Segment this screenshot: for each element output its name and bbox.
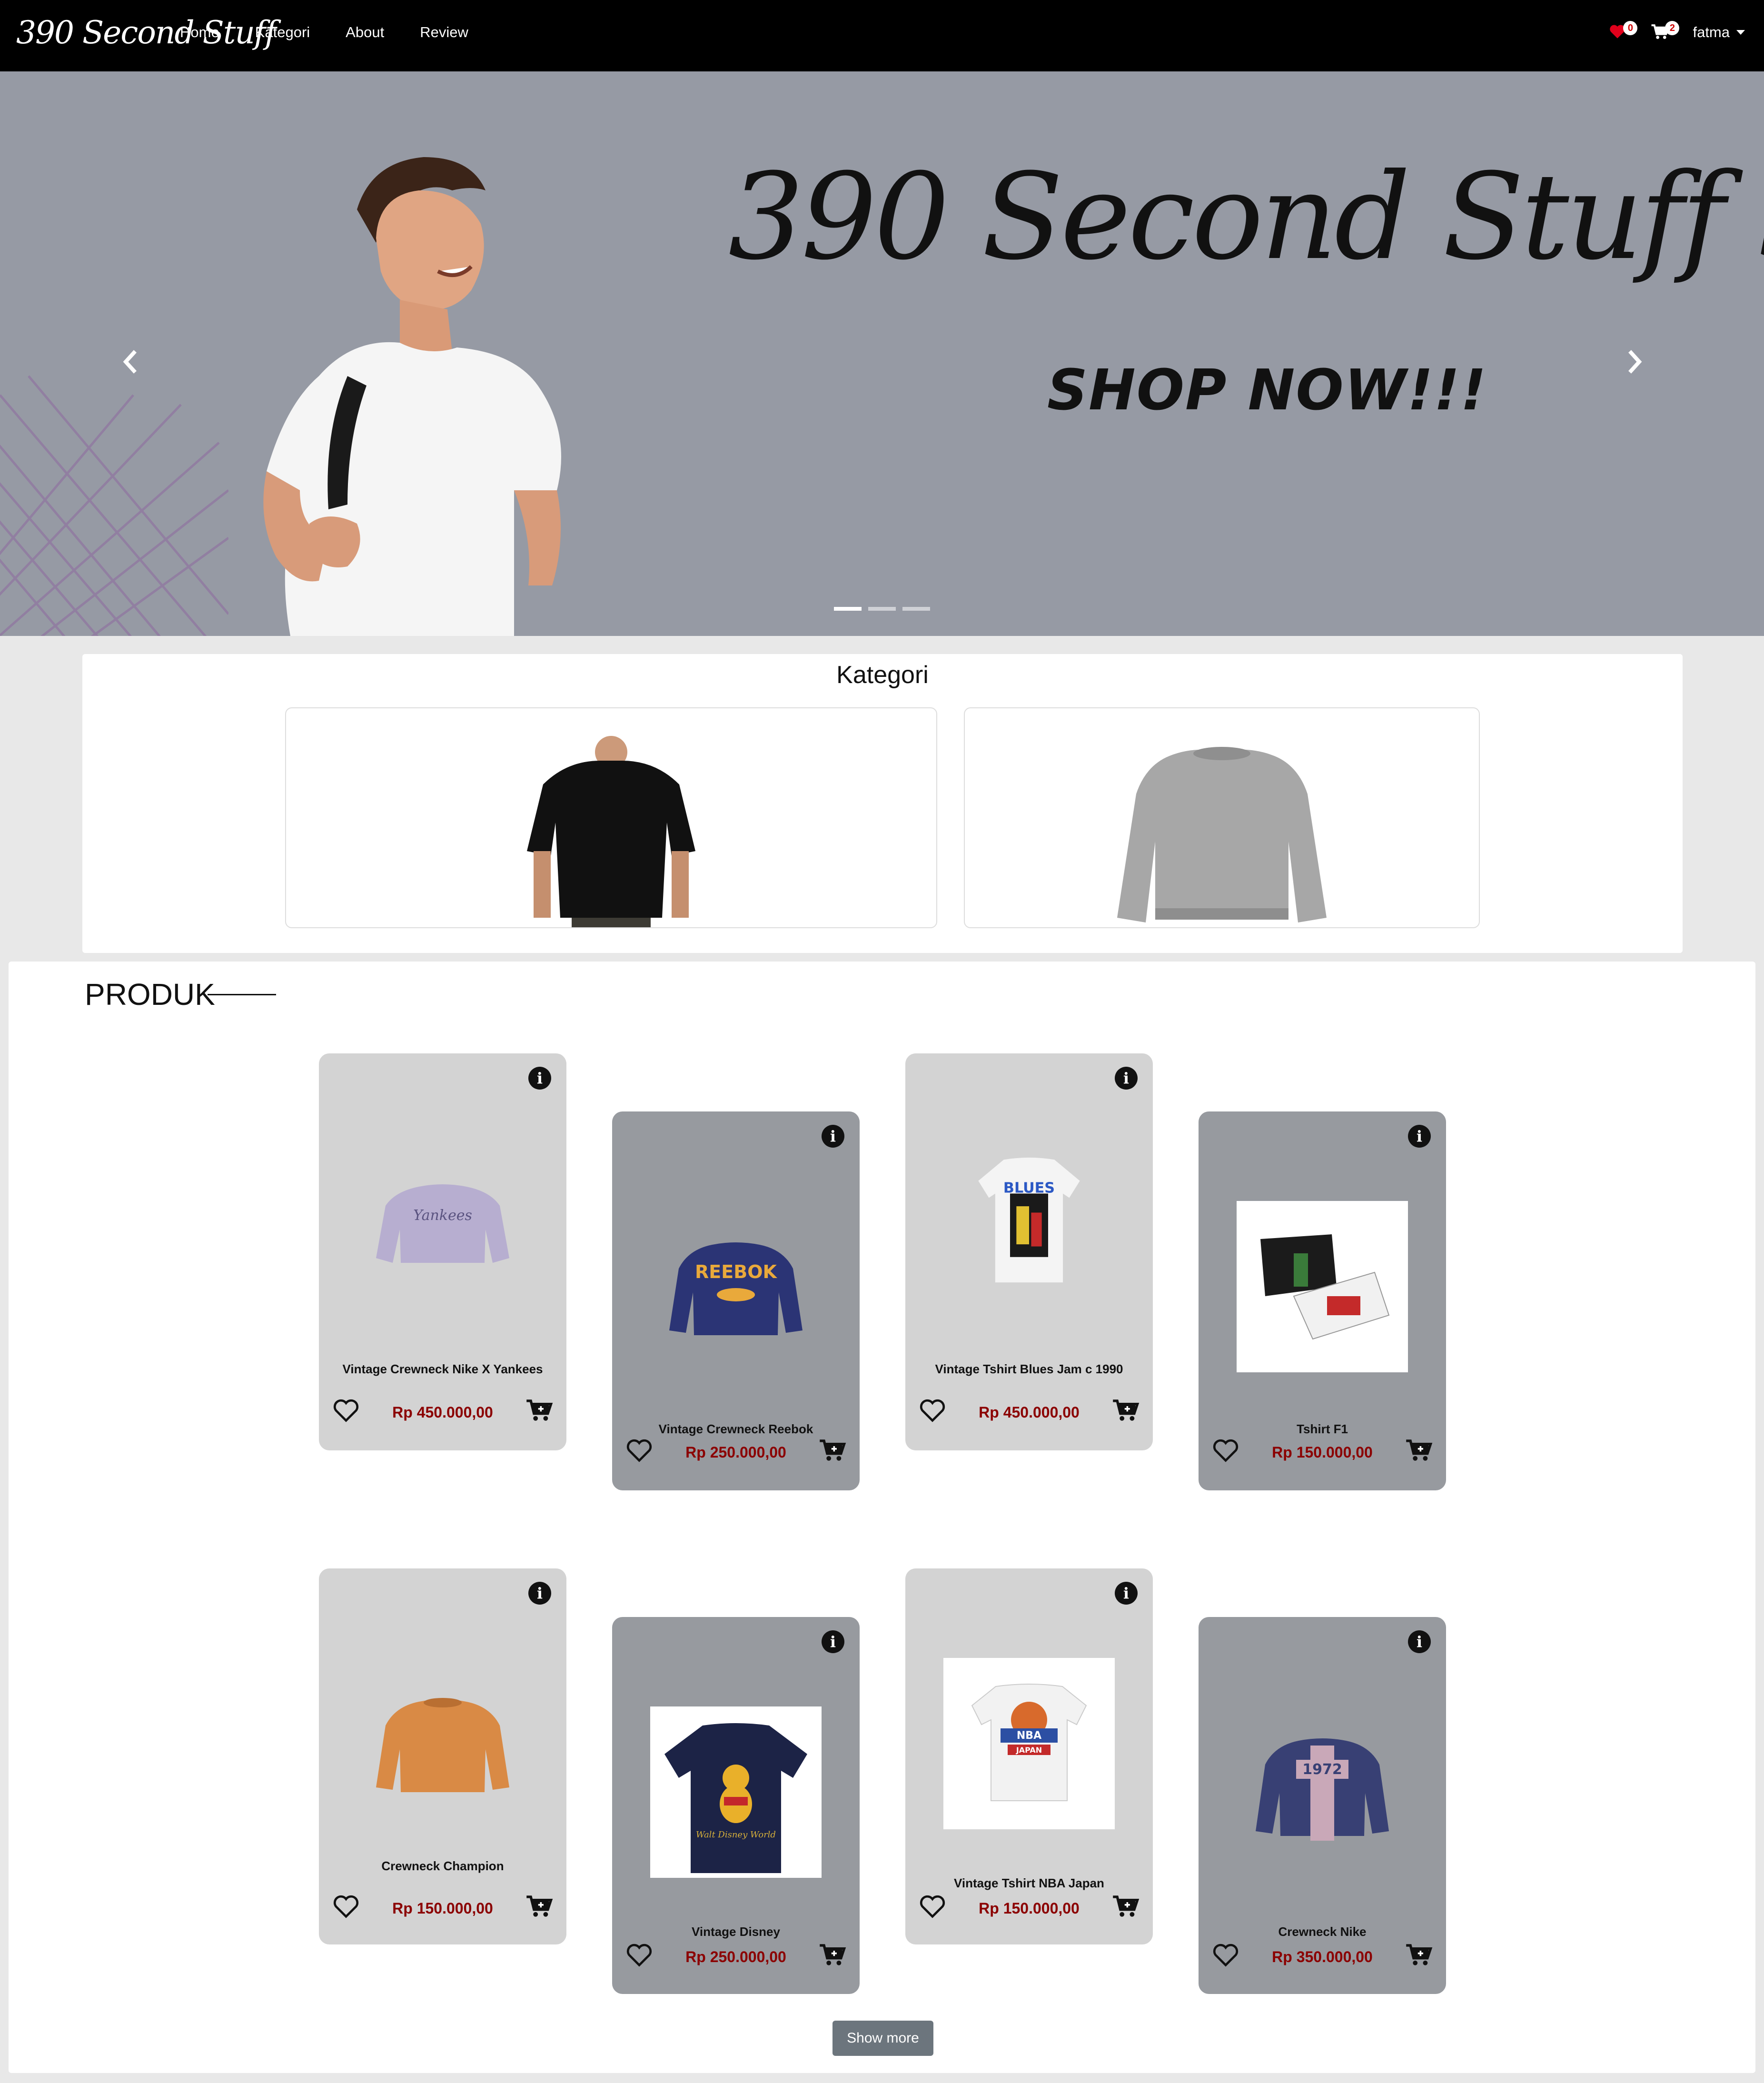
category-card-tshirt[interactable] [285, 707, 937, 928]
product-name: Tshirt F1 [1297, 1422, 1348, 1436]
product-card[interactable]: i Walt Disney World Vintage Disney Rp 25… [612, 1617, 860, 1994]
hero-title: 390 Second Stuff Stores [728, 148, 1764, 286]
wishlist-button[interactable]: 0 [1609, 21, 1638, 44]
product-card[interactable]: i 1972 Crewneck Nike Rp 350.000,00 [1199, 1617, 1446, 1994]
cart-count-badge: 2 [1665, 21, 1680, 35]
product-price: Rp 450.000,00 [979, 1404, 1080, 1421]
produk-title: PRODUK [85, 977, 215, 1012]
nba-japan-tshirt-image: NBA JAPAN [943, 1658, 1115, 1829]
product-name: Vintage Disney [692, 1924, 780, 1939]
carousel-indicator[interactable] [902, 607, 930, 611]
product-card[interactable]: i Yankees Vintage Crewneck Nike X Yankee… [319, 1053, 566, 1450]
heart-outline-icon[interactable] [625, 1943, 653, 1967]
user-menu[interactable]: fatma [1693, 24, 1730, 41]
info-icon[interactable]: i [822, 1125, 844, 1148]
info-icon[interactable]: i [822, 1630, 844, 1653]
product-price: Rp 150.000,00 [1272, 1444, 1373, 1461]
hero-model-image [263, 157, 561, 636]
info-icon[interactable]: i [1408, 1125, 1431, 1148]
add-to-cart-icon[interactable] [1112, 1398, 1140, 1423]
product-card[interactable]: i BLUES Vintage Tshirt Blues Jam c 1990 … [905, 1053, 1153, 1450]
nav-right: 0 2 fatma [1609, 21, 1745, 44]
navy-reebok-crewneck-image: REEBOK [669, 1242, 803, 1335]
carousel-indicator[interactable] [868, 607, 896, 611]
grey-crewneck-image [1117, 747, 1327, 922]
info-icon[interactable]: i [528, 1582, 551, 1605]
show-more-button[interactable]: Show more [832, 2021, 933, 2056]
svg-text:NBA: NBA [1017, 1730, 1041, 1742]
disney-tshirt-image: Walt Disney World [650, 1706, 822, 1878]
f1-tshirt-image [1237, 1201, 1408, 1372]
product-name: Crewneck Nike [1278, 1924, 1367, 1939]
chevron-left-icon [123, 350, 137, 374]
lavender-crewneck-image: Yankees [376, 1184, 509, 1263]
heart-outline-icon[interactable] [1212, 1438, 1239, 1463]
product-card[interactable]: i REEBOK Vintage Crewneck Reebok Rp 250.… [612, 1111, 860, 1490]
category-card-crewneck[interactable] [964, 707, 1480, 928]
product-price: Rp 450.000,00 [392, 1404, 493, 1421]
product-card[interactable]: i NBA JAPAN Vintage Tshirt NBA Japan Rp … [905, 1568, 1153, 1944]
product-name: Crewneck Champion [381, 1859, 504, 1873]
product-card[interactable]: i Crewneck Champion Rp 150.000,00 [319, 1568, 566, 1944]
chevron-right-icon [1628, 350, 1642, 374]
kategori-section: Kategori [82, 654, 1683, 953]
product-price: Rp 350.000,00 [1272, 1948, 1373, 1965]
info-icon[interactable]: i [1115, 1582, 1138, 1605]
product-name: Vintage Crewneck Reebok [658, 1422, 813, 1436]
heart-outline-icon[interactable] [332, 1894, 360, 1919]
svg-text:REEBOK: REEBOK [695, 1261, 777, 1282]
info-icon[interactable]: i [528, 1067, 551, 1090]
product-name: Vintage Tshirt Blues Jam c 1990 [935, 1362, 1123, 1376]
heart-outline-icon[interactable] [625, 1438, 653, 1463]
carousel-prev-button[interactable] [112, 328, 150, 395]
nav-home[interactable]: Home [180, 24, 219, 41]
info-icon[interactable]: i [1408, 1630, 1431, 1653]
add-to-cart-icon[interactable] [525, 1398, 553, 1423]
produk-section: PRODUK i Yankees Vintage Crewneck Nike X… [9, 962, 1755, 2073]
nav-kategori[interactable]: Kategori [255, 24, 310, 41]
add-to-cart-icon[interactable] [1405, 1438, 1433, 1463]
product-name: Vintage Tshirt NBA Japan [954, 1876, 1104, 1890]
product-price: Rp 250.000,00 [685, 1444, 786, 1461]
wishlist-count-badge: 0 [1623, 21, 1638, 35]
add-to-cart-icon[interactable] [1112, 1894, 1140, 1919]
svg-text:BLUES: BLUES [1003, 1180, 1055, 1197]
add-to-cart-icon[interactable] [819, 1438, 846, 1463]
svg-text:Yankees: Yankees [413, 1207, 472, 1224]
add-to-cart-icon[interactable] [819, 1943, 846, 1967]
nav-links: Home Kategori About Review [180, 24, 504, 41]
caret-down-icon[interactable] [1736, 30, 1745, 35]
svg-text:Walt Disney World: Walt Disney World [696, 1830, 776, 1840]
add-to-cart-icon[interactable] [525, 1894, 553, 1919]
carousel-indicators [834, 607, 930, 611]
blues-jam-tshirt-image: BLUES [978, 1157, 1080, 1283]
svg-text:1972: 1972 [1302, 1761, 1342, 1778]
product-price: Rp 150.000,00 [392, 1900, 493, 1917]
product-price: Rp 250.000,00 [685, 1948, 786, 1965]
info-icon[interactable]: i [1115, 1067, 1138, 1090]
cart-button[interactable]: 2 [1651, 21, 1680, 44]
carousel-indicator[interactable] [834, 607, 862, 611]
navy-nike-crewneck-image: 1972 [1256, 1738, 1389, 1841]
navbar: 390 Second Stuff Home Kategori About Rev… [0, 0, 1764, 71]
svg-text:JAPAN: JAPAN [1016, 1746, 1042, 1755]
carousel-next-button[interactable] [1615, 328, 1653, 395]
title-underline [208, 994, 276, 995]
product-name: Vintage Crewneck Nike X Yankees [342, 1362, 543, 1376]
hero-cta: SHOP NOW!!! [1047, 357, 1487, 423]
hatch-decoration [0, 375, 228, 636]
orange-crewneck-image [376, 1698, 509, 1792]
nav-review[interactable]: Review [420, 24, 468, 41]
heart-outline-icon[interactable] [919, 1894, 946, 1919]
heart-outline-icon[interactable] [332, 1398, 360, 1423]
black-tshirt-image [527, 736, 695, 927]
product-card[interactable]: i Tshirt F1 Rp 150.000,00 [1199, 1111, 1446, 1490]
kategori-title: Kategori [836, 661, 929, 689]
heart-outline-icon[interactable] [1212, 1943, 1239, 1967]
heart-outline-icon[interactable] [919, 1398, 946, 1423]
product-price: Rp 150.000,00 [979, 1900, 1080, 1917]
add-to-cart-icon[interactable] [1405, 1943, 1433, 1967]
nav-about[interactable]: About [346, 24, 384, 41]
hero-carousel: 390 Second Stuff Stores SHOP NOW!!! [0, 71, 1764, 636]
